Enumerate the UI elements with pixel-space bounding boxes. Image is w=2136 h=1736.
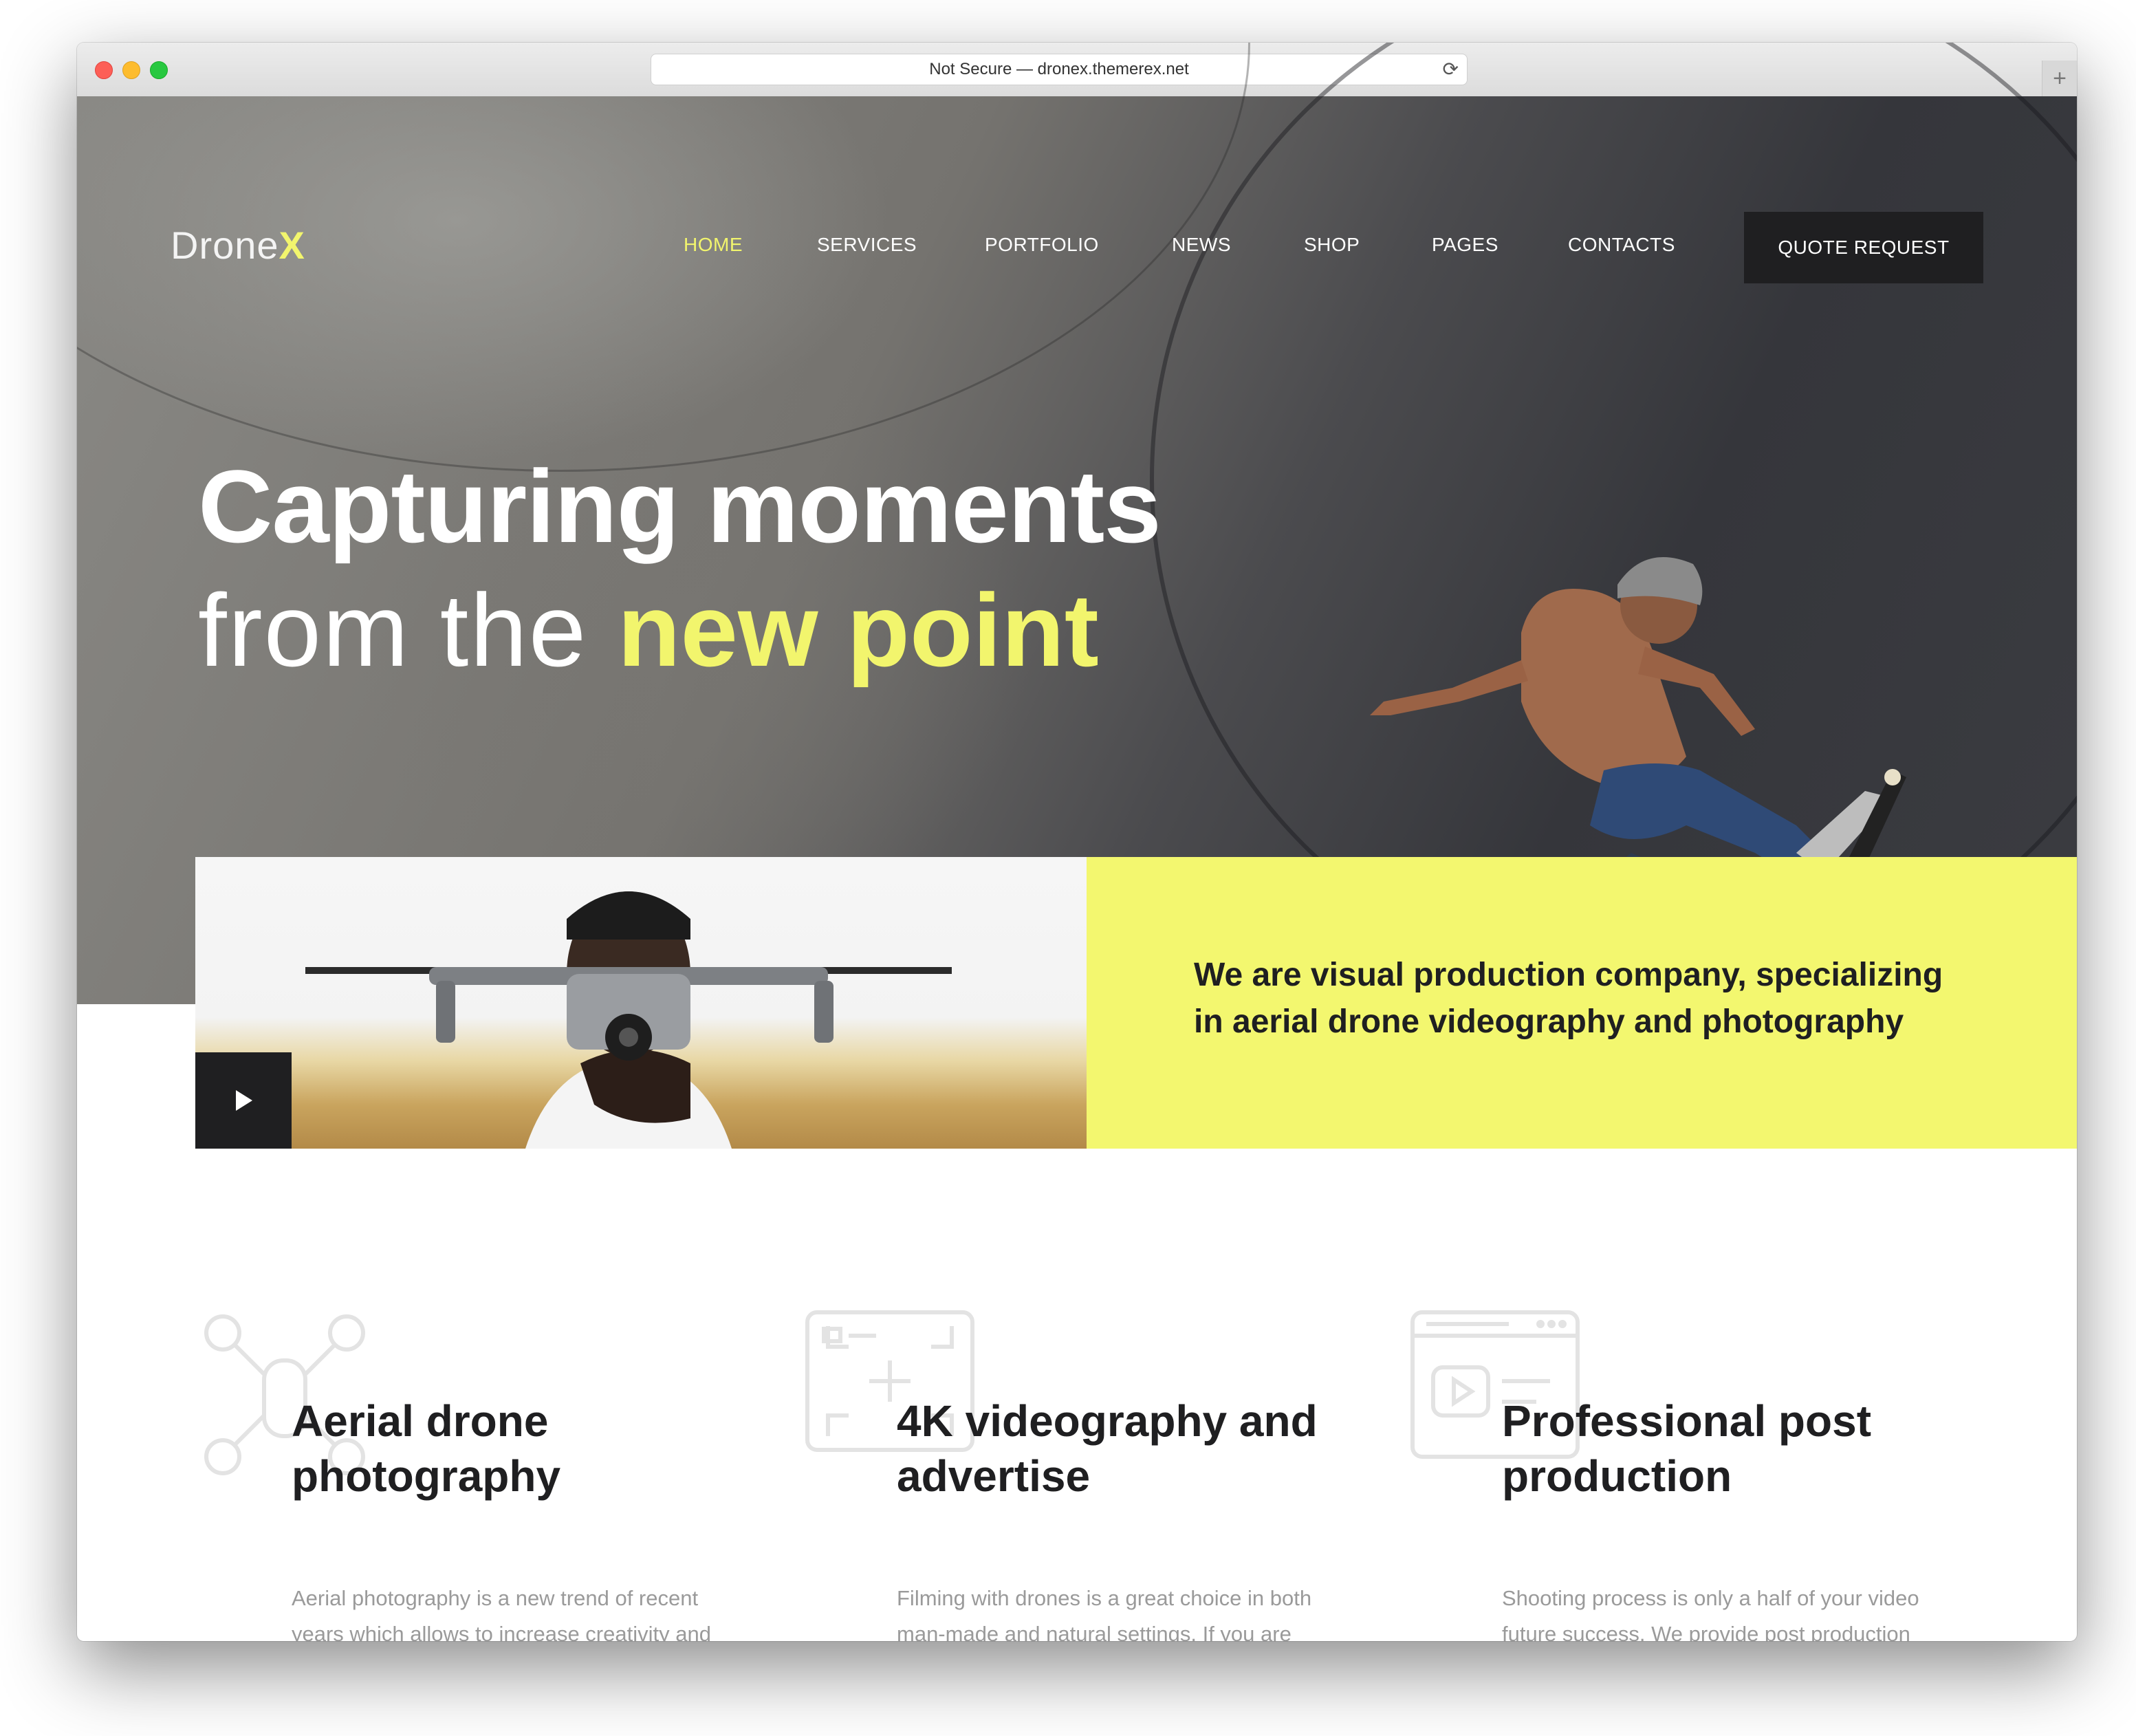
- feature-title: Aerial drone photography: [292, 1396, 561, 1501]
- feature-title: 4K videography and advertise: [897, 1396, 1318, 1501]
- hero-headline-line2: from the new point: [198, 571, 1099, 690]
- logo-accent: X: [279, 224, 305, 267]
- intro-text: We are visual production company, specia…: [1194, 957, 1943, 1040]
- hero-headline-thin: from the: [198, 572, 618, 688]
- nav-contacts[interactable]: CONTACTS: [1568, 234, 1675, 256]
- quote-request-button[interactable]: QUOTE REQUEST: [1744, 212, 1983, 283]
- play-button[interactable]: [195, 1052, 292, 1149]
- feature-description: Shooting process is only a half of your …: [1502, 1586, 1919, 1641]
- feature-videography: 4K videography and advertise Filming wit…: [800, 1305, 1364, 1641]
- nav-pages[interactable]: PAGES: [1432, 234, 1499, 256]
- skateboard-wheel: [1884, 769, 1901, 785]
- skater-arm-left: [1370, 660, 1528, 715]
- logo-text: Drone: [171, 224, 279, 267]
- drone-leg-right: [814, 981, 833, 1043]
- nav-news[interactable]: NEWS: [1172, 234, 1231, 256]
- play-icon: [236, 1090, 252, 1111]
- logo[interactable]: DroneX: [171, 223, 305, 268]
- nav-home[interactable]: HOME: [684, 234, 743, 256]
- feature-title: Professional post production: [1502, 1396, 1871, 1501]
- hero-headline-line1: Capturing moments: [198, 448, 1162, 564]
- feature-post-production: Professional post production Shooting pr…: [1406, 1305, 1970, 1641]
- video-thumbnail[interactable]: [195, 857, 1087, 1149]
- nav-services[interactable]: SERVICES: [817, 234, 917, 256]
- nav-portfolio[interactable]: PORTFOLIO: [985, 234, 1099, 256]
- nav-shop[interactable]: SHOP: [1304, 234, 1360, 256]
- drone-lens: [619, 1028, 638, 1047]
- feature-description: Filming with drones is a great choice in…: [897, 1586, 1312, 1641]
- drone-photo: [305, 891, 952, 1149]
- feature-aerial: Aerial drone photography Aerial photogra…: [195, 1305, 759, 1641]
- drone-leg-left: [436, 981, 455, 1043]
- browser-window: Not Secure — dronex.themerex.net ⟳ + Dro…: [77, 43, 2077, 1641]
- hero-headline-accent: new point: [617, 572, 1099, 688]
- feature-description: Aerial photography is a new trend of rec…: [292, 1586, 711, 1641]
- plus-icon[interactable]: +: [2042, 61, 2077, 96]
- intro-panel: We are visual production company, specia…: [1087, 857, 2077, 1149]
- person-cap: [567, 891, 690, 940]
